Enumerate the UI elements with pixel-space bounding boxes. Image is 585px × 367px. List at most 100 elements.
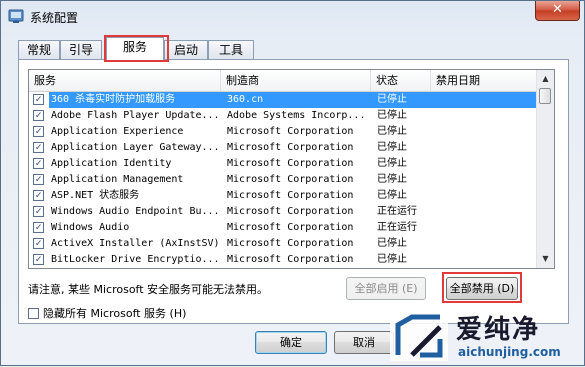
cell-status: 已停止 bbox=[377, 126, 407, 137]
cell-date bbox=[431, 124, 537, 140]
cell-date bbox=[431, 92, 537, 108]
cell-date bbox=[431, 156, 537, 172]
service-checkbox[interactable]: ✓ bbox=[33, 190, 44, 201]
cell-vendor: Microsoft Corporation bbox=[227, 158, 354, 169]
cell-date bbox=[431, 108, 537, 124]
close-button[interactable]: ✕ bbox=[535, 1, 580, 21]
hide-ms-services-checkbox[interactable]: 隐藏所有 Microsoft 服务 (H) bbox=[28, 305, 186, 321]
watermark-logo-icon bbox=[390, 311, 448, 361]
service-row[interactable]: ✓ Application Layer Gateway... Microsoft C… bbox=[29, 140, 537, 156]
column-header-service[interactable]: 服务 bbox=[29, 70, 221, 91]
cell-name: Application Management bbox=[51, 174, 184, 185]
service-row[interactable]: ✓ ASP.NET 状态服务 Microsoft Corporation 已停止 bbox=[29, 188, 537, 204]
disable-all-highlight bbox=[442, 272, 522, 303]
service-checkbox[interactable]: ✓ bbox=[33, 174, 44, 185]
ok-button[interactable]: 确定 bbox=[255, 331, 327, 354]
column-header-disable-date[interactable]: 禁用日期 bbox=[431, 70, 537, 91]
watermark: 爱纯净 aichunjing.com bbox=[390, 307, 585, 367]
service-checkbox[interactable]: ✓ bbox=[33, 238, 44, 249]
tab-general[interactable]: 常规 bbox=[18, 40, 60, 59]
cell-vendor: Microsoft Corporation bbox=[227, 174, 354, 185]
cell-vendor: Microsoft Corporation bbox=[227, 238, 354, 249]
grid-header: 服务 制造商 状态 禁用日期 bbox=[29, 70, 537, 92]
cell-name: Application Layer Gateway... bbox=[51, 142, 220, 153]
service-checkbox[interactable]: ✓ bbox=[33, 158, 44, 169]
cell-name: Adobe Flash Player Update... bbox=[51, 110, 220, 121]
hide-ms-label: 隐藏所有 Microsoft 服务 (H) bbox=[43, 307, 187, 320]
scroll-thumb[interactable] bbox=[539, 88, 551, 104]
cell-vendor: Microsoft Corporation bbox=[227, 206, 354, 217]
system-config-window: 系统配置 ✕ 常规 引导 服务 启动 工具 服务 制造商 状态 禁用日期 ✓ 36… bbox=[0, 0, 585, 366]
service-checkbox[interactable]: ✓ bbox=[33, 222, 44, 233]
cell-date bbox=[431, 172, 537, 188]
enable-all-button[interactable]: 全部启用 (E) bbox=[346, 277, 426, 300]
service-row[interactable]: ✓ BitLocker Drive Encryptio... Microsoft C… bbox=[29, 252, 537, 268]
cell-name: Application Identity bbox=[51, 158, 172, 169]
tab-startup[interactable]: 启动 bbox=[164, 40, 208, 59]
checkbox-icon[interactable] bbox=[28, 308, 39, 319]
cell-status: 已停止 bbox=[377, 238, 407, 249]
service-row[interactable]: ✓ ActiveX Installer (AxInstSV) Microsoft C… bbox=[29, 236, 537, 252]
cell-name: ASP.NET 状态服务 bbox=[51, 190, 140, 201]
cell-status: 已停止 bbox=[377, 158, 407, 169]
scroll-down-icon[interactable]: ▼ bbox=[538, 251, 553, 267]
service-row[interactable]: ✓ Application Identity Microsoft Corporati… bbox=[29, 156, 537, 172]
cell-vendor: Adobe Systems Incorp... bbox=[227, 110, 366, 121]
cell-date bbox=[431, 204, 537, 220]
service-checkbox[interactable]: ✓ bbox=[33, 254, 44, 265]
window-title: 系统配置 bbox=[30, 11, 79, 25]
title-bar: 系统配置 ✕ bbox=[1, 1, 584, 31]
tab-boot[interactable]: 引导 bbox=[60, 40, 102, 59]
cell-date bbox=[431, 188, 537, 204]
cell-status: 已停止 bbox=[377, 190, 407, 201]
watermark-text: 爱纯净 bbox=[456, 315, 541, 345]
cell-date bbox=[431, 236, 537, 252]
service-rows: ✓ 360 杀毒实时防护加载服务 360.cn 已停止 ✓ Adobe Flash Pla… bbox=[29, 92, 537, 268]
security-note: 请注意, 某些 Microsoft 安全服务可能无法禁用。 bbox=[28, 283, 269, 296]
cell-name: 360 杀毒实时防护加载服务 bbox=[49, 92, 221, 108]
service-row[interactable]: ✓ Application Experience Microsoft Corpora… bbox=[29, 124, 537, 140]
scroll-up-icon[interactable]: ▲ bbox=[538, 71, 553, 87]
service-row[interactable]: ✓ Application Management Microsoft Corpora… bbox=[29, 172, 537, 188]
service-row[interactable]: ✓ 360 杀毒实时防护加载服务 360.cn 已停止 bbox=[29, 92, 537, 108]
service-checkbox[interactable]: ✓ bbox=[33, 94, 44, 105]
vertical-scrollbar[interactable]: ▲ ▼ bbox=[536, 70, 554, 268]
service-row[interactable]: ✓ Windows Audio Microsoft Corporation 正在运行 bbox=[29, 220, 537, 236]
cell-name: Windows Audio Endpoint Bu... bbox=[51, 206, 220, 217]
cell-vendor: Microsoft Corporation bbox=[227, 254, 354, 265]
column-header-manufacturer[interactable]: 制造商 bbox=[221, 70, 371, 91]
cell-status: 已停止 bbox=[377, 142, 407, 153]
cell-status: 正在运行 bbox=[377, 206, 417, 217]
column-header-status[interactable]: 状态 bbox=[371, 70, 431, 91]
cell-name: BitLocker Drive Encryptio... bbox=[51, 254, 220, 265]
service-row[interactable]: ✓ Adobe Flash Player Update... Adobe Syste… bbox=[29, 108, 537, 124]
cell-date bbox=[431, 140, 537, 156]
close-icon: ✕ bbox=[552, 2, 563, 17]
cell-status: 已停止 bbox=[377, 254, 407, 265]
cell-vendor: Microsoft Corporation bbox=[227, 126, 354, 137]
services-grid[interactable]: 服务 制造商 状态 禁用日期 ✓ 360 杀毒实时防护加载服务 360.cn 已停止 ✓… bbox=[28, 69, 555, 269]
cell-vendor: Microsoft Corporation bbox=[227, 190, 354, 201]
watermark-url: aichunjing.com bbox=[458, 345, 561, 359]
service-row[interactable]: ✓ Windows Audio Endpoint Bu... Microsoft C… bbox=[29, 204, 537, 220]
cell-vendor: 360.cn bbox=[221, 92, 371, 108]
cell-name: Windows Audio bbox=[51, 222, 130, 233]
cancel-button[interactable]: 取消 bbox=[334, 331, 394, 354]
cell-status: 已停止 bbox=[371, 92, 431, 108]
cell-name: Application Experience bbox=[51, 126, 184, 137]
service-checkbox[interactable]: ✓ bbox=[33, 126, 44, 137]
cell-status: 正在运行 bbox=[377, 222, 417, 233]
cell-vendor: Microsoft Corporation bbox=[227, 142, 354, 153]
cell-vendor: Microsoft Corporation bbox=[227, 222, 354, 233]
service-checkbox[interactable]: ✓ bbox=[33, 110, 44, 121]
cell-date bbox=[431, 252, 537, 268]
cell-status: 已停止 bbox=[377, 110, 407, 121]
cell-date bbox=[431, 220, 537, 236]
system-config-app-icon bbox=[8, 9, 24, 23]
services-tab-highlight bbox=[104, 35, 169, 62]
cell-name: ActiveX Installer (AxInstSV) bbox=[51, 238, 220, 249]
tab-tools[interactable]: 工具 bbox=[208, 40, 254, 59]
service-checkbox[interactable]: ✓ bbox=[33, 206, 44, 217]
cell-status: 已停止 bbox=[377, 174, 407, 185]
service-checkbox[interactable]: ✓ bbox=[33, 142, 44, 153]
